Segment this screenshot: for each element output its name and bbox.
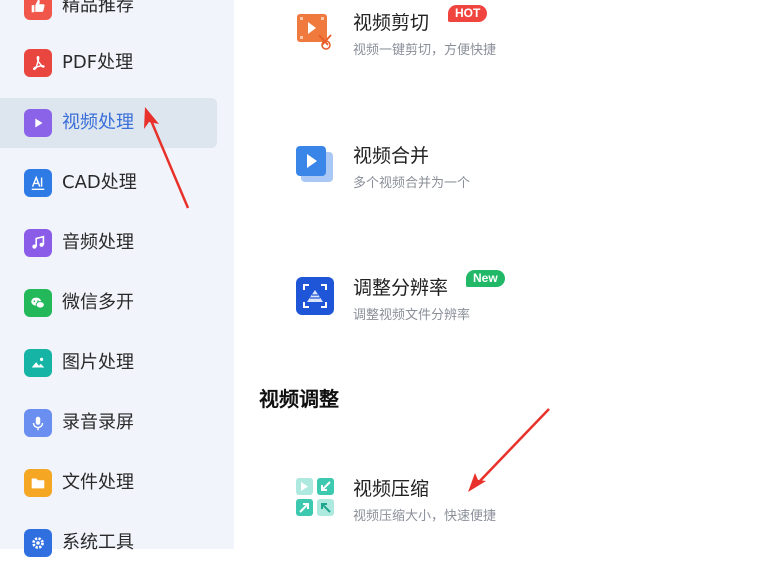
sidebar-item-label: 微信多开	[62, 292, 134, 313]
microphone-icon	[24, 409, 52, 437]
cad-icon	[24, 169, 52, 197]
feature-title: 视频合并	[353, 145, 430, 167]
sidebar-item-recommended[interactable]: 精品推荐	[0, 0, 217, 31]
feature-description: 视频一键剪切，方便快捷	[353, 43, 497, 58]
sidebar-item-label: 系统工具	[62, 532, 134, 553]
feature-video-compress[interactable]: 视频压缩 视频压缩大小，快速便捷	[295, 477, 715, 541]
sidebar-item-cad[interactable]: CAD处理	[0, 158, 217, 208]
sidebar-item-label: 图片处理	[62, 352, 134, 373]
wechat-icon	[24, 289, 52, 317]
sidebar-item-label: 文件处理	[62, 472, 134, 493]
sidebar-item-label: 音频处理	[62, 232, 134, 253]
hot-badge: HOT	[448, 5, 488, 22]
sidebar-item-label: 录音录屏	[62, 412, 134, 433]
feature-video-cut[interactable]: 视频剪切 HOT 视频一键剪切，方便快捷	[295, 5, 715, 75]
video-merge-icon	[296, 146, 333, 182]
compress-icon	[296, 478, 334, 516]
music-note-icon	[24, 229, 52, 257]
feature-video-merge[interactable]: 视频合并 多个视频合并为一个	[295, 144, 715, 208]
feature-title: 视频压缩	[353, 478, 430, 500]
sidebar-item-recording[interactable]: 录音录屏	[0, 398, 217, 448]
sidebar-item-video[interactable]: 视频处理	[0, 98, 217, 148]
gear-icon	[24, 529, 52, 557]
resolution-icon	[296, 277, 334, 315]
sidebar: 精品推荐 PDF处理 视频处理 CAD处理 音频处理 微信多开 图片处理 录音录…	[0, 0, 234, 557]
sidebar-item-image[interactable]: 图片处理	[0, 338, 217, 388]
feature-title: 调整分辨率	[353, 277, 449, 299]
feature-title: 视频剪切	[353, 12, 430, 34]
sidebar-item-audio[interactable]: 音频处理	[0, 218, 217, 268]
feature-resolution[interactable]: 调整分辨率 New 调整视频文件分辨率	[295, 270, 715, 340]
pdf-icon	[24, 49, 52, 77]
feature-description: 调整视频文件分辨率	[353, 308, 471, 323]
video-cut-icon	[297, 14, 332, 50]
sidebar-item-label: 精品推荐	[62, 0, 134, 16]
image-icon	[24, 349, 52, 377]
sidebar-item-files[interactable]: 文件处理	[0, 458, 217, 508]
sidebar-item-label: CAD处理	[62, 172, 137, 193]
sidebar-item-system-tools[interactable]: 系统工具	[0, 518, 217, 568]
new-badge: New	[466, 270, 505, 287]
sidebar-item-wechat[interactable]: 微信多开	[0, 278, 217, 328]
play-icon	[24, 109, 52, 137]
sidebar-item-label: 视频处理	[62, 112, 134, 133]
folder-icon	[24, 469, 52, 497]
section-title-video-adjust: 视频调整	[259, 387, 339, 411]
thumbs-up-icon	[24, 0, 52, 20]
feature-description: 多个视频合并为一个	[353, 176, 471, 191]
sidebar-item-pdf[interactable]: PDF处理	[0, 38, 217, 88]
feature-description: 视频压缩大小，快速便捷	[353, 509, 497, 524]
sidebar-item-label: PDF处理	[62, 52, 134, 73]
